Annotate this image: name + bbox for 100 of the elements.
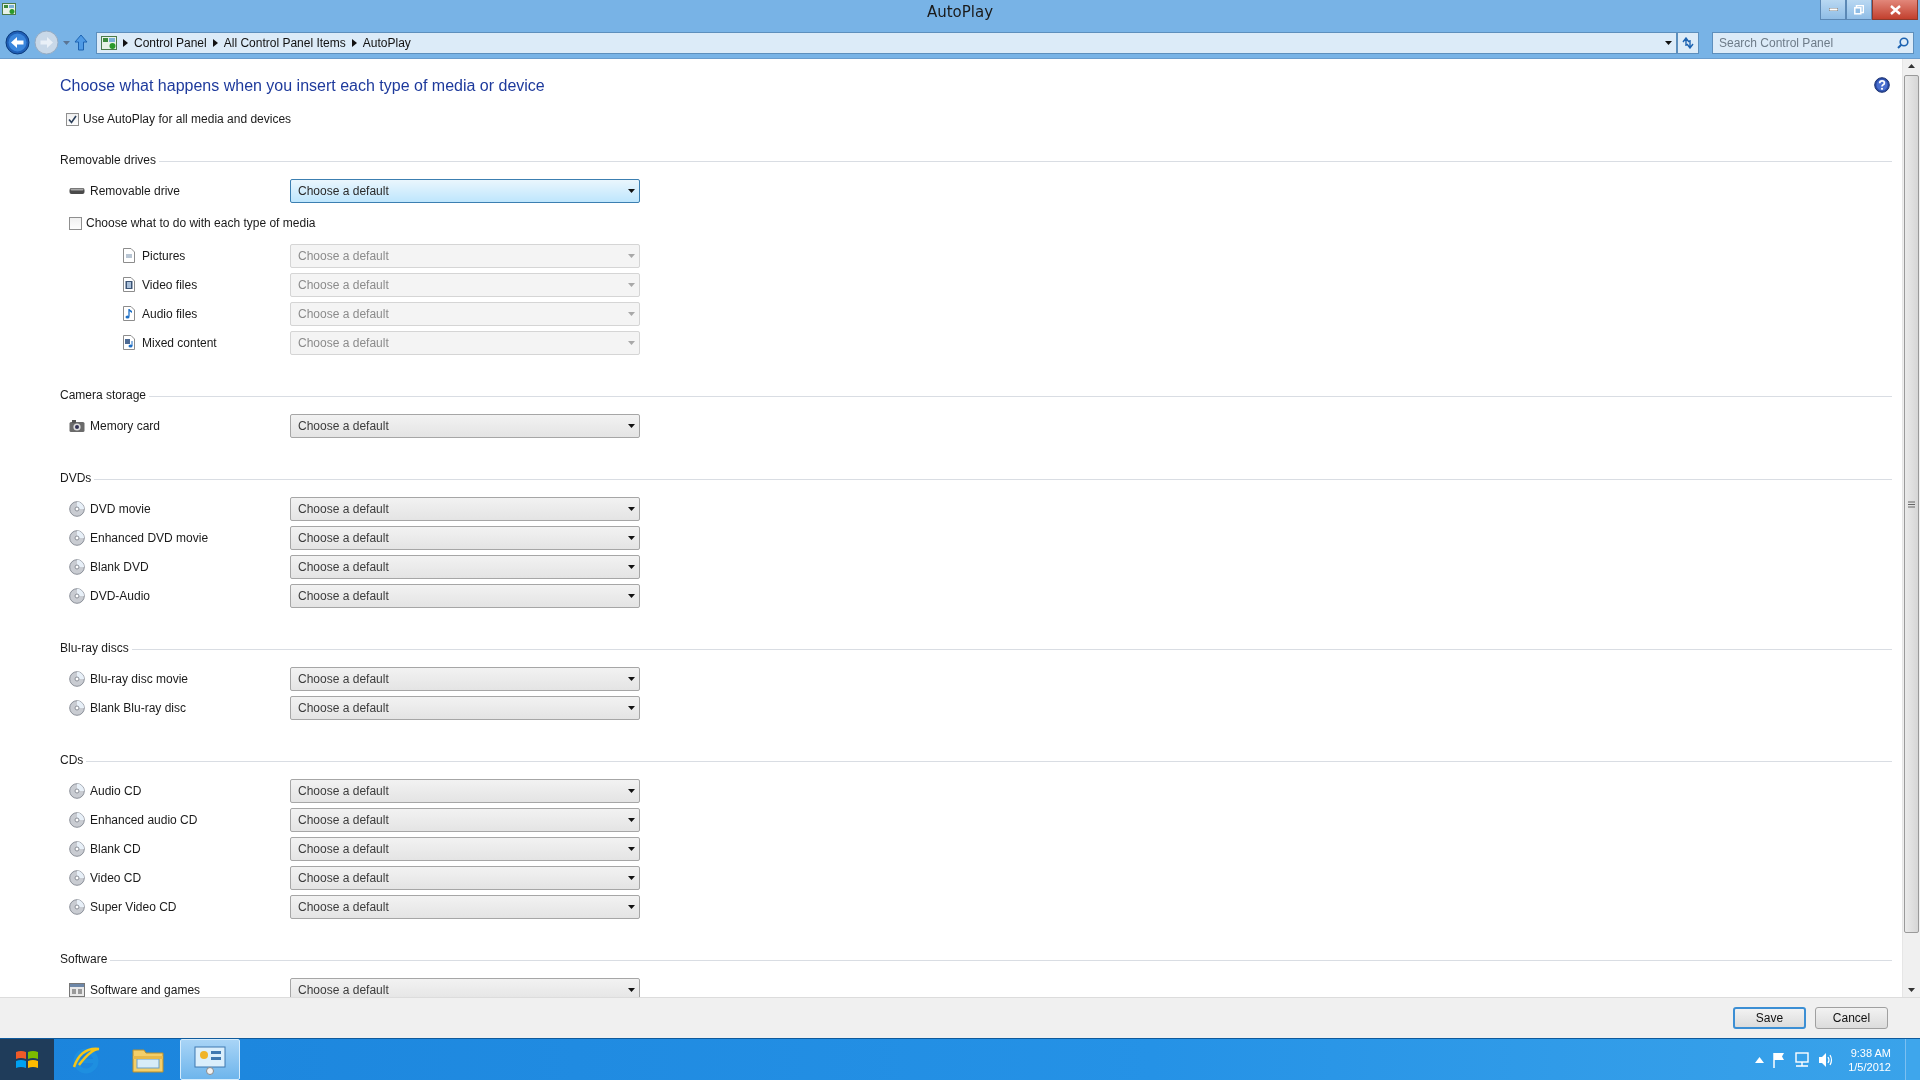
item-label: Removable drive xyxy=(90,183,181,198)
refresh-button[interactable] xyxy=(1677,31,1699,54)
show-hidden-icons-icon[interactable] xyxy=(1755,1056,1765,1063)
volume-icon[interactable] xyxy=(1818,1051,1835,1068)
dropdown[interactable]: Choose a default xyxy=(290,583,640,608)
disc-icon xyxy=(69,587,85,604)
window-title: AutoPlay xyxy=(926,3,994,21)
group-title: CDs xyxy=(60,753,84,767)
close-icon xyxy=(1889,4,1901,15)
dropdown[interactable]: Choose a default xyxy=(290,554,640,579)
item-label: Mixed content xyxy=(142,335,217,350)
caret-icon xyxy=(628,904,635,909)
caret-icon xyxy=(628,535,635,540)
network-icon[interactable] xyxy=(1794,1051,1811,1068)
item-label: Enhanced DVD movie xyxy=(90,530,209,545)
mixed-file-icon xyxy=(123,335,135,350)
checkbox-label[interactable]: Use AutoPlay for all media and devices xyxy=(83,112,292,126)
dropdown[interactable]: Choose a default xyxy=(290,836,640,861)
cancel-button[interactable]: Cancel xyxy=(1815,1007,1888,1029)
disc-icon xyxy=(69,840,85,857)
film-file-icon xyxy=(123,277,135,292)
disc-icon xyxy=(69,529,85,546)
dropdown[interactable]: Choose a default xyxy=(290,496,640,521)
dropdown[interactable]: Choose a default xyxy=(290,525,640,550)
taskbar-button[interactable] xyxy=(180,1039,240,1080)
camera-icon xyxy=(69,418,85,433)
item-label: Blank Blu-ray disc xyxy=(90,700,187,715)
scrollbar[interactable] xyxy=(1902,59,1920,997)
caret-icon xyxy=(628,875,635,880)
restore-button[interactable] xyxy=(1846,0,1872,20)
group-title: Software xyxy=(60,952,108,966)
app-icon xyxy=(2,3,16,15)
restore-icon xyxy=(1854,4,1864,15)
back-button[interactable] xyxy=(5,30,30,55)
save-button[interactable]: Save xyxy=(1733,1007,1806,1029)
caret-icon xyxy=(628,846,635,851)
item-label: DVD movie xyxy=(90,501,151,516)
breadcrumb-item[interactable]: AutoPlay xyxy=(362,35,411,50)
caret-icon xyxy=(628,705,635,710)
breadcrumb-item[interactable]: Control Panel xyxy=(134,35,207,50)
recent-pages-icon[interactable] xyxy=(63,40,70,45)
chevron-icon[interactable] xyxy=(351,38,357,47)
minimize-button[interactable] xyxy=(1820,0,1846,20)
four-tiles-icon xyxy=(15,1048,39,1071)
disc-icon xyxy=(69,898,85,915)
checkbox[interactable] xyxy=(69,216,82,230)
group-title: Removable drives xyxy=(60,153,157,167)
caret-icon xyxy=(628,676,635,681)
item-label: Blank CD xyxy=(90,841,141,856)
dropdown[interactable]: Choose a default xyxy=(290,894,640,919)
group-title: Blu-ray discs xyxy=(60,641,129,655)
item-label: Enhanced audio CD xyxy=(90,812,198,827)
checkbox-label[interactable]: Choose what to do with each type of media xyxy=(86,216,316,230)
item-label: Blu-ray disc movie xyxy=(90,671,189,686)
checkbox[interactable] xyxy=(66,112,79,126)
refresh-icon xyxy=(1681,36,1695,49)
caret-icon xyxy=(628,340,635,345)
group-title: DVDs xyxy=(60,471,92,485)
search-icon[interactable] xyxy=(1897,36,1909,49)
chevron-icon[interactable] xyxy=(212,38,218,47)
breadcrumb-item[interactable]: All Control Panel Items xyxy=(223,35,346,50)
caret-icon xyxy=(628,188,635,193)
dropdown[interactable]: Choose a default xyxy=(290,695,640,720)
up-arrow-icon[interactable] xyxy=(74,34,88,51)
picture-file-icon xyxy=(123,248,135,263)
music-file-icon xyxy=(123,306,135,321)
disc-icon xyxy=(69,699,85,716)
flag-icon[interactable] xyxy=(1772,1051,1787,1068)
dropdown[interactable]: Choose a default xyxy=(290,666,640,691)
caret-icon xyxy=(628,423,635,428)
item-label: Pictures xyxy=(142,248,186,263)
caret-icon xyxy=(628,817,635,822)
item-label: Memory card xyxy=(90,418,160,433)
dropdown[interactable]: Choose a default xyxy=(290,977,640,997)
close-button[interactable] xyxy=(1872,0,1918,20)
control-panel-icon xyxy=(101,35,117,50)
dropdown[interactable]: Choose a default xyxy=(290,865,640,890)
item-label: Audio CD xyxy=(90,783,142,798)
drive-icon xyxy=(69,186,85,195)
dropdown[interactable]: Choose a default xyxy=(290,413,640,438)
item-label: Video files xyxy=(142,277,198,292)
item-label: Software and games xyxy=(90,982,201,997)
start-button[interactable] xyxy=(0,1039,54,1080)
monitor-icon xyxy=(193,1044,227,1075)
item-label: Super Video CD xyxy=(90,899,177,914)
dropdown[interactable]: Choose a default xyxy=(290,778,640,803)
chevron-icon[interactable] xyxy=(123,38,128,47)
grip-icon[interactable] xyxy=(1908,500,1915,508)
disc-icon xyxy=(69,670,85,687)
search-field[interactable]: Search Control Panel xyxy=(1712,31,1914,54)
dropdown[interactable]: Choose a default xyxy=(290,807,640,832)
caret-icon xyxy=(628,987,635,992)
disc-icon xyxy=(69,558,85,575)
page-heading: Choose what happens when you insert each type of media or device xyxy=(60,76,545,96)
caret-icon xyxy=(628,311,635,316)
group-title: Camera storage xyxy=(60,388,147,402)
dropdown[interactable]: Choose a default xyxy=(290,178,640,203)
help-icon[interactable] xyxy=(1874,77,1890,93)
caret-icon xyxy=(628,564,635,569)
address-dropdown-icon[interactable] xyxy=(1665,40,1672,45)
